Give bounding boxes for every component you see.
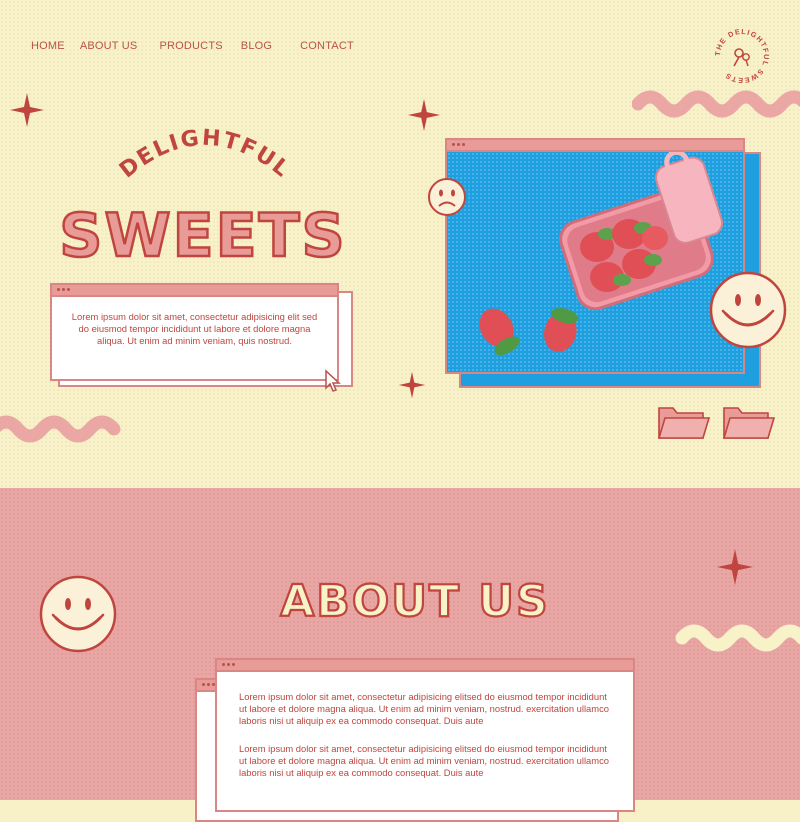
smiley-face-icon — [709, 271, 787, 349]
hero-arc-title: DELIGHTFUL — [115, 126, 295, 184]
squiggle-decoration — [0, 415, 121, 443]
nav-home[interactable]: HOME — [31, 40, 65, 52]
about-text-window: Lorem ipsum dolor sit amet, consectetur … — [195, 658, 640, 822]
hero-card-text: Lorem ipsum dolor sit amet, consectetur … — [71, 311, 318, 346]
hero-title: SWEETS — [58, 200, 347, 272]
nav-blog[interactable]: BLOG — [241, 40, 272, 52]
squiggle-decoration — [632, 90, 800, 118]
nav-products[interactable]: PRODUCTS — [159, 40, 222, 52]
star-icon — [398, 371, 426, 399]
hero-section: HOME ABOUT US PRODUCTS BLOG CONTACT THE … — [0, 0, 800, 488]
about-paragraph-1: Lorem ipsum dolor sit amet, consectetur … — [239, 691, 609, 727]
nav-contact[interactable]: CONTACT — [300, 40, 354, 52]
folder-icon[interactable] — [657, 404, 711, 440]
svg-text:DELIGHTFUL: DELIGHTFUL — [115, 126, 295, 184]
cursor-icon — [325, 369, 341, 392]
brand-logo[interactable]: THE DELIGHTFUL SWEETS — [712, 26, 772, 86]
window-titlebar — [447, 140, 743, 152]
product-photo — [447, 149, 743, 372]
window-titlebar — [52, 285, 337, 297]
svg-text:ABOUT US: ABOUT US — [280, 576, 549, 627]
about-title: ABOUT US — [279, 575, 549, 628]
product-photo-window — [445, 138, 765, 390]
star-icon — [10, 93, 44, 127]
sad-face-icon — [428, 178, 466, 216]
nav-about-us[interactable]: ABOUT US — [80, 40, 138, 52]
folder-icon[interactable] — [722, 404, 776, 440]
about-section: ABOUT US Lorem ipsum dolor sit amet, con… — [0, 488, 800, 822]
smiley-face-icon — [39, 575, 117, 653]
hero-text-card: Lorem ipsum dolor sit amet, consectetur … — [50, 283, 355, 392]
star-icon — [717, 549, 753, 585]
squiggle-decoration — [675, 624, 800, 652]
star-icon — [407, 98, 441, 132]
lollipop-icon — [734, 48, 744, 58]
top-nav: HOME ABOUT US PRODUCTS BLOG CONTACT — [31, 40, 354, 52]
window-titlebar — [217, 660, 633, 672]
svg-text:SWEETS: SWEETS — [59, 201, 347, 271]
about-paragraph-2: Lorem ipsum dolor sit amet, consectetur … — [239, 742, 609, 779]
